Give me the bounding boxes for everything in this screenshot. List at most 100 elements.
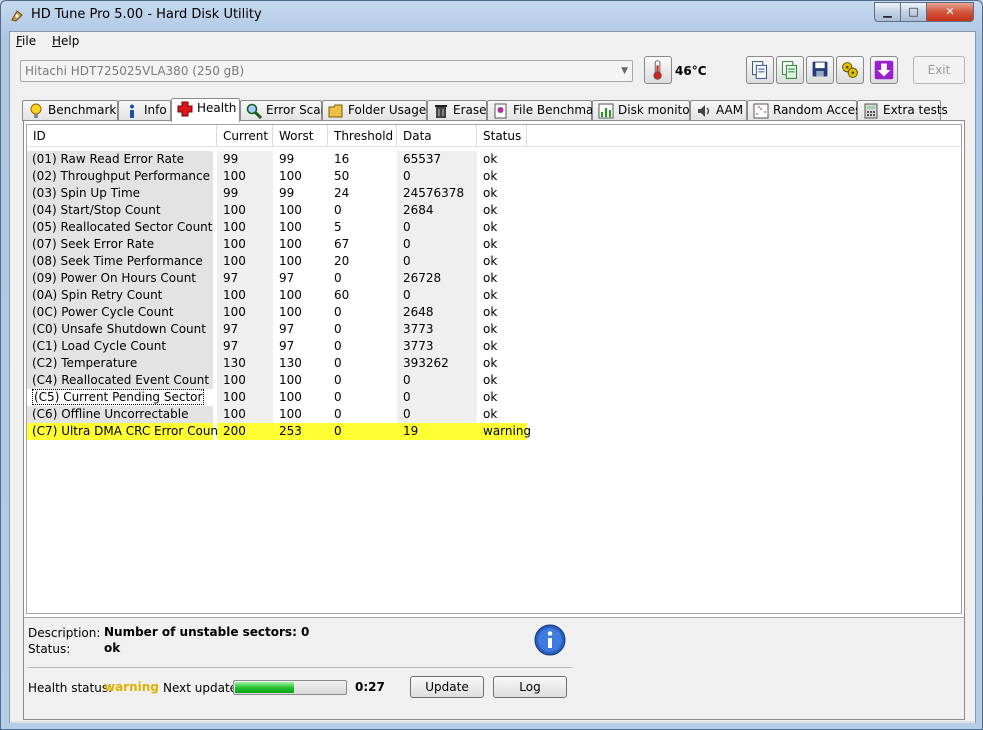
cell-current: 97	[217, 338, 273, 355]
table-row[interactable]: (C5) Current Pending Sector 100 100 0 0 ok	[27, 389, 527, 406]
cell-worst: 99	[279, 186, 295, 200]
title-bar[interactable]: HD Tune Pro 5.00 - Hard Disk Utility ▁ □…	[1, 1, 982, 31]
copy-all-button[interactable]	[776, 56, 804, 84]
cell-data: 26728	[397, 270, 477, 287]
tab-benchmark[interactable]: Benchmark	[22, 100, 118, 121]
tab-folder-usage[interactable]: Folder Usage	[322, 100, 427, 121]
save-button[interactable]	[806, 56, 834, 84]
cell-current: 100	[217, 236, 273, 253]
column-header-id[interactable]: ID	[27, 125, 217, 147]
health-panel: ID Current Worst Threshold Data Status (01) R…	[23, 120, 965, 720]
table-row[interactable]: (07) Seek Error Rate 100 100 67 0 ok	[27, 236, 527, 253]
table-row[interactable]: (08) Seek Time Performance 100 100 20 0 ok	[27, 253, 527, 270]
table-row[interactable]: (03) Spin Up Time 99 99 24 24576378 ok	[27, 185, 527, 202]
cell-id: (C4) Reallocated Event Count	[27, 372, 213, 389]
divider	[28, 667, 572, 668]
maximize-button[interactable]: □	[900, 2, 927, 22]
cell-status: ok	[483, 186, 498, 200]
menu-bar: File Help	[10, 32, 975, 52]
chevron-down-icon: ▼	[621, 66, 628, 76]
cell-worst: 97	[279, 339, 295, 353]
options-button[interactable]	[836, 56, 864, 84]
table-row[interactable]: (C0) Unsafe Shutdown Count 97 97 0 3773 ok	[27, 321, 527, 338]
cell-threshold: 16	[334, 152, 350, 166]
tab-disk-monitor[interactable]: Disk monitor	[592, 100, 695, 121]
table-row[interactable]: (C6) Offline Uncorrectable 100 100 0 0 ok	[27, 406, 527, 423]
column-header-data[interactable]: Data	[397, 125, 477, 147]
column-header-current[interactable]: Current	[217, 125, 273, 147]
cell-id: (C5) Current Pending Sector	[27, 389, 213, 406]
column-header-status[interactable]: Status	[477, 125, 527, 147]
cell-worst: 130	[279, 356, 302, 370]
tab-file-benchmark[interactable]: File Benchmark	[487, 100, 605, 121]
table-row[interactable]: (0C) Power Cycle Count 100 100 0 2648 ok	[27, 304, 527, 321]
description-label: Description:	[28, 626, 101, 640]
cell-status: ok	[483, 271, 498, 285]
log-button[interactable]: Log	[493, 676, 567, 698]
download-button[interactable]	[870, 56, 898, 84]
cell-data: 24576378	[397, 185, 477, 202]
cell-current: 130	[217, 355, 273, 372]
client-area: File Help Hitachi HDT725025VLA380 (250 g…	[9, 31, 976, 723]
exit-button[interactable]: Exit	[913, 56, 965, 84]
minimize-button[interactable]: ▁	[874, 2, 901, 22]
close-button[interactable]: ✕	[926, 2, 974, 22]
table-row[interactable]: (01) Raw Read Error Rate 99 99 16 65537 ok	[27, 151, 527, 168]
info-icon	[130, 104, 134, 118]
tab-info[interactable]: Info	[118, 100, 171, 121]
table-row[interactable]: (C2) Temperature 130 130 0 393262 ok	[27, 355, 527, 372]
table-row[interactable]: (C7) Ultra DMA CRC Error Count 200 253 0 19 w…	[27, 423, 531, 440]
menu-mnemonic: H	[52, 34, 62, 48]
menu-file[interactable]: File	[16, 34, 36, 48]
table-row[interactable]: (05) Reallocated Sector Count 100 100 5 0 ok	[27, 219, 527, 236]
drive-select[interactable]: Hitachi HDT725025VLA380 (250 gB) ▼	[20, 60, 633, 82]
maximize-icon: □	[908, 5, 919, 18]
minimize-icon: ▁	[883, 5, 892, 18]
tab-label: Extra tests	[883, 103, 948, 117]
cell-current: 99	[217, 151, 273, 168]
cell-id: (02) Throughput Performance	[27, 168, 213, 185]
cell-current: 100	[217, 372, 273, 389]
column-header-worst[interactable]: Worst	[273, 125, 328, 147]
cell-current: 99	[217, 185, 273, 202]
next-update-progress	[233, 680, 347, 695]
table-row[interactable]: (0A) Spin Retry Count 100 100 60 0 ok	[27, 287, 527, 304]
tab-label: Benchmark	[48, 103, 117, 117]
tab-label: Info	[144, 103, 167, 117]
temperature-button[interactable]	[644, 56, 672, 84]
copy-all-icon	[782, 61, 797, 79]
cell-current: 100	[217, 168, 273, 185]
red-cross-icon	[177, 101, 193, 117]
table-row[interactable]: (09) Power On Hours Count 97 97 0 26728 ok	[27, 270, 527, 287]
table-row[interactable]: (C1) Load Cycle Count 97 97 0 3773 ok	[27, 338, 527, 355]
cell-threshold: 0	[334, 373, 342, 387]
tab-extra-tests[interactable]: Extra tests	[857, 100, 948, 121]
cell-worst: 100	[279, 237, 302, 251]
cell-id: (C6) Offline Uncorrectable	[27, 406, 213, 423]
copy-button[interactable]	[746, 56, 774, 84]
tab-random-access[interactable]: Random Access	[747, 100, 868, 121]
table-row[interactable]: (02) Throughput Performance 100 100 50 0 ok	[27, 168, 527, 185]
table-row[interactable]: (04) Start/Stop Count 100 100 0 2684 ok	[27, 202, 527, 219]
tab-health[interactable]: Health	[171, 98, 240, 122]
menu-help[interactable]: Help	[52, 34, 79, 48]
tab-label: Random Access	[773, 103, 868, 117]
tab-label: Disk monitor	[618, 103, 695, 117]
table-row[interactable]: (C4) Reallocated Event Count 100 100 0 0 ok	[27, 372, 527, 389]
cell-id: (C2) Temperature	[27, 355, 213, 372]
status-label: Status:	[28, 642, 71, 656]
cell-status: ok	[483, 339, 498, 353]
column-header-threshold[interactable]: Threshold	[328, 125, 397, 147]
tab-error-scan[interactable]: Error Scan	[240, 100, 328, 121]
smart-attributes-table[interactable]: ID Current Worst Threshold Data Status (01) R…	[26, 124, 962, 614]
cell-worst: 100	[279, 203, 302, 217]
tab-erase[interactable]: Erase	[427, 100, 487, 121]
cell-status: ok	[483, 169, 498, 183]
cell-threshold: 0	[334, 203, 342, 217]
cell-worst: 97	[279, 271, 295, 285]
cell-id: (C1) Load Cycle Count	[27, 338, 213, 355]
cell-data: 0	[397, 236, 477, 253]
cell-status: ok	[483, 203, 498, 217]
update-button[interactable]: Update	[410, 676, 484, 698]
tab-aam[interactable]: AAM	[690, 100, 747, 121]
